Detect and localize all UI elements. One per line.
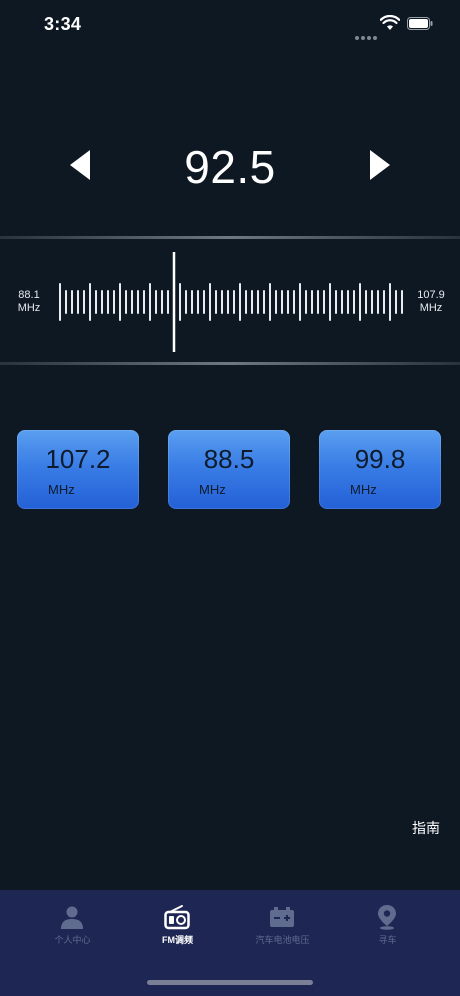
fm-tuner-screen: 3:34 92.5 88.1 MHz 107.9 MHz 107.2 MHz 8…	[0, 0, 460, 996]
radio-icon	[164, 905, 190, 930]
preset-button-2[interactable]: 88.5 MHz	[168, 430, 290, 509]
current-frequency: 92.5	[184, 141, 276, 193]
person-icon	[61, 906, 83, 929]
tab-label: 汽车电池电压	[255, 935, 310, 945]
scale-max-label: 107.9 MHz	[414, 289, 448, 315]
preset-button-1[interactable]: 107.2 MHz	[17, 430, 139, 509]
signal-dots-icon	[355, 27, 379, 45]
tab-battery-voltage[interactable]: 汽车电池电压	[225, 890, 340, 960]
home-indicator	[147, 980, 313, 985]
preset-frequency: 88.5	[203, 444, 255, 474]
battery-icon	[407, 17, 433, 30]
preset-button-3[interactable]: 99.8 MHz	[319, 430, 441, 509]
guide-link[interactable]: 指南	[412, 818, 440, 838]
tab-label: FM调频	[162, 935, 193, 945]
tab-label: 个人中心	[54, 935, 91, 945]
tab-personal-center[interactable]: 个人中心	[15, 890, 130, 960]
battery-icon	[270, 907, 294, 927]
preset-unit: MHz	[48, 482, 75, 497]
next-station-button[interactable]	[368, 148, 392, 182]
tab-find-car[interactable]: 寻车	[330, 890, 445, 960]
scale-max-value: 107.9	[417, 289, 445, 301]
scale-divider-top	[0, 236, 460, 239]
status-bar: 3:34	[0, 0, 460, 50]
tab-fm[interactable]: FM调频	[120, 890, 235, 960]
preset-unit: MHz	[350, 482, 377, 497]
preset-frequency: 99.8	[354, 444, 406, 474]
preset-frequency: 107.2	[45, 444, 111, 474]
previous-station-button[interactable]	[68, 148, 92, 182]
wifi-icon	[380, 15, 400, 30]
preset-unit: MHz	[199, 482, 226, 497]
location-pin-icon	[378, 905, 396, 930]
tab-label: 寻车	[378, 935, 397, 945]
scale-divider-bottom	[0, 362, 460, 365]
scale-max-unit: MHz	[419, 302, 443, 314]
tuning-dial[interactable]	[0, 245, 460, 360]
status-time: 3:34	[44, 14, 82, 34]
